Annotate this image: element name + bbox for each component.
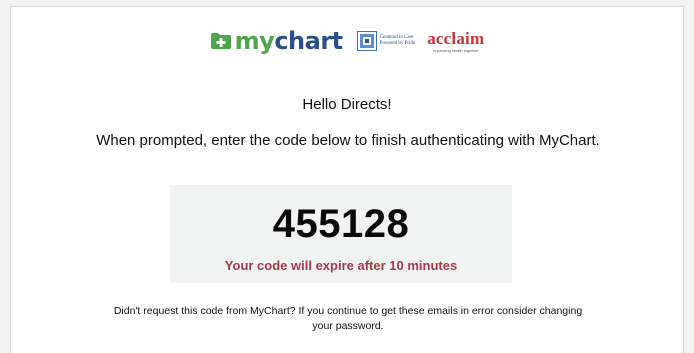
acclaim-tagline: Improving health together [433, 47, 479, 53]
acclaim-logo: acclaim Improving health together [427, 30, 484, 53]
footer-note: Didn't request this code from MyChart? I… [113, 305, 583, 332]
greeting: Hello Directs! [302, 96, 392, 113]
instruction-text: When prompted, enter the code below to f… [96, 132, 600, 149]
mychart-wordmark: mychart [234, 27, 343, 55]
mychart-logo: mychart [210, 29, 343, 53]
partner-logo: Centered in Care Powered by Pride [356, 31, 416, 51]
code-expiry-notice: Your code will expire after 10 minutes [224, 258, 458, 273]
logo-bar: mychart Centered in Care Powered by Prid… [11, 26, 683, 56]
email-card: mychart Centered in Care Powered by Prid… [10, 6, 684, 353]
partner-tagline: Centered in Care Powered by Pride [379, 35, 416, 46]
partner-emblem-icon [356, 31, 377, 51]
code-panel: 455128 Your code will expire after 10 mi… [170, 185, 512, 283]
acclaim-wordmark: acclaim [427, 28, 485, 48]
folder-plus-icon [210, 33, 231, 49]
verification-code: 455128 [272, 202, 410, 246]
